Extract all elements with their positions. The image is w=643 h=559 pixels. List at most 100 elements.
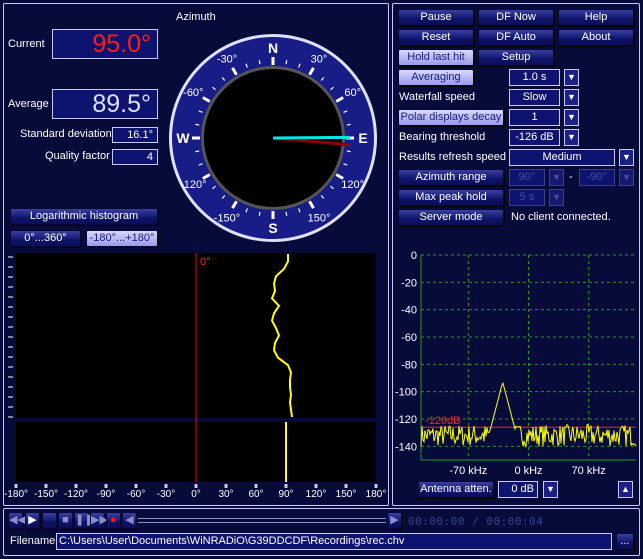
play-button[interactable]: ▶ xyxy=(25,512,40,529)
seek-forward-button[interactable]: ▶ xyxy=(387,512,402,529)
range-0-360-button[interactable]: 0°...360° xyxy=(10,230,81,247)
max-peak-hold-button[interactable]: Max peak hold xyxy=(398,189,504,206)
azimuth-range-from[interactable]: 90° xyxy=(509,169,545,186)
average-value: 89.5° xyxy=(52,89,158,119)
expand-up-icon[interactable]: ▲ xyxy=(618,481,633,498)
logarithmic-histogram-button[interactable]: Logarithmic histogram xyxy=(10,208,158,225)
max-peak-hold-dropdown-icon[interactable]: ▼ xyxy=(549,189,564,206)
y-tick-label: -20 xyxy=(401,277,417,289)
blank-button[interactable] xyxy=(42,512,57,529)
compass: N E S W 30° 60° 120° 150° -150° -120° -60° -30° xyxy=(169,34,377,242)
axis-tick xyxy=(134,484,138,488)
pause-button[interactable]: Pause xyxy=(398,9,474,26)
pause-playback-button[interactable]: ❚❚ xyxy=(74,512,93,529)
compass-tick xyxy=(258,60,261,65)
stop-button[interactable]: ■ xyxy=(58,512,73,529)
reset-button[interactable]: Reset xyxy=(398,29,474,46)
waterfall-speed-dropdown-icon[interactable]: ▼ xyxy=(564,89,579,106)
bearing-threshold-dropdown-icon[interactable]: ▼ xyxy=(564,129,579,146)
polar-displays-decay-button[interactable]: Polar displays decay xyxy=(398,109,504,126)
axis-tick xyxy=(374,484,378,488)
stddev-value: 16.1° xyxy=(112,127,158,143)
average-label: Average xyxy=(8,98,49,110)
zero-degree-marker: 0° xyxy=(200,256,211,268)
spectrum-chart: 0 -20 -40 -60 -80 -100 -120 -140 -70 kHz 0 kHz 70 … xyxy=(395,250,637,475)
axis-tick-label: 60° xyxy=(248,489,263,500)
azimuth-range-button[interactable]: Azimuth range xyxy=(398,169,504,186)
refresh-speed-select[interactable]: Medium xyxy=(509,149,615,166)
compass-cardinal-S: S xyxy=(268,220,277,236)
server-mode-button[interactable]: Server mode xyxy=(398,209,504,226)
server-status: No client connected. xyxy=(511,211,611,223)
polar-decay-dropdown-icon[interactable]: ▼ xyxy=(564,109,579,126)
seek-slider[interactable] xyxy=(138,518,386,523)
axis-tick xyxy=(194,484,198,488)
compass-tick xyxy=(346,123,351,126)
azimuth-range-to[interactable]: -90° xyxy=(579,169,615,186)
stddev-label: Standard deviation xyxy=(20,128,112,140)
current-value: 95.0° xyxy=(52,29,158,59)
x-tick-label: 70 kHz xyxy=(572,465,606,475)
average-bearing-needle xyxy=(272,135,351,140)
histogram-peak-bar xyxy=(285,422,287,482)
axis-tick xyxy=(44,484,48,488)
compass-cardinal-N: N xyxy=(268,40,278,56)
antenna-atten-select[interactable]: 0 dB xyxy=(498,481,538,498)
bearing-threshold-select[interactable]: -126 dB xyxy=(509,129,560,146)
axis-tick-label: 0° xyxy=(191,489,201,500)
azimuth-title: Azimuth xyxy=(176,11,216,23)
axis-tick-label: 120° xyxy=(306,489,327,500)
antenna-atten-dropdown-icon[interactable]: ▼ xyxy=(543,481,558,498)
axis-tick xyxy=(284,484,288,488)
setup-button[interactable]: Setup xyxy=(478,49,554,66)
threshold-label: -126dB xyxy=(425,415,460,427)
y-tick-label: 0 xyxy=(411,250,417,262)
compass-cardinal-W: W xyxy=(176,130,190,146)
seek-back-button[interactable]: ◀ xyxy=(122,512,137,529)
y-tick-label: -40 xyxy=(401,305,417,317)
azimuth-range-from-dropdown-icon[interactable]: ▼ xyxy=(549,169,564,186)
axis-tick xyxy=(74,484,78,488)
hold-last-hit-button[interactable]: Hold last hit xyxy=(398,49,474,66)
compass-tick xyxy=(195,150,200,153)
axis-tick xyxy=(104,484,108,488)
fast-forward-button[interactable]: ▶▶ xyxy=(90,512,108,529)
range-pm180-button[interactable]: -180°...+180° xyxy=(86,230,158,247)
browse-button[interactable]: ... xyxy=(616,533,634,550)
max-peak-hold-select[interactable]: 5 s xyxy=(509,189,545,206)
waterfall-speed-label: Waterfall speed xyxy=(399,91,476,103)
polar-decay-select[interactable]: 1 xyxy=(509,109,560,126)
df-auto-button[interactable]: DF Auto xyxy=(478,29,554,46)
rewind-button[interactable]: ◀◀ xyxy=(8,512,26,529)
averaging-dropdown-icon[interactable]: ▼ xyxy=(564,69,579,86)
refresh-speed-label: Results refresh speed xyxy=(399,151,506,163)
compass-degree-label: -150° xyxy=(214,213,240,225)
bearing-threshold-label: Bearing threshold xyxy=(399,131,486,143)
df-now-button[interactable]: DF Now xyxy=(478,9,554,26)
compass-tick xyxy=(285,211,288,216)
axis-tick-label: -120° xyxy=(64,489,88,500)
axis-tick xyxy=(314,484,318,488)
compass-degree-label: 150° xyxy=(308,213,331,225)
x-tick-label: 0 kHz xyxy=(514,465,542,475)
record-button[interactable]: ● xyxy=(106,512,121,529)
azimuth-range-to-dropdown-icon[interactable]: ▼ xyxy=(619,169,634,186)
y-tick-label: -100 xyxy=(395,387,417,399)
filename-input[interactable]: C:\Users\User\Documents\WiNRADiO\G39DDCD… xyxy=(56,533,612,550)
axis-tick-label: 180° xyxy=(366,489,387,500)
compass-degree-label: 60° xyxy=(344,87,361,99)
axis-tick xyxy=(254,484,258,488)
antenna-atten-button[interactable]: Antenna atten. xyxy=(418,481,494,498)
averaging-button[interactable]: Averaging xyxy=(398,69,474,86)
quality-value: 4 xyxy=(112,149,158,165)
waterfall-speed-select[interactable]: Slow xyxy=(509,89,560,106)
about-button[interactable]: About xyxy=(558,29,634,46)
axis-tick-label: -90° xyxy=(97,489,115,500)
y-tick-label: -80 xyxy=(401,359,417,371)
y-tick-label: -140 xyxy=(395,441,417,453)
averaging-select[interactable]: 1.0 s xyxy=(509,69,560,86)
refresh-speed-dropdown-icon[interactable]: ▼ xyxy=(619,149,634,166)
axis-tick-label: 90° xyxy=(278,489,293,500)
axis-tick-label: 150° xyxy=(336,489,357,500)
help-button[interactable]: Help xyxy=(558,9,634,26)
